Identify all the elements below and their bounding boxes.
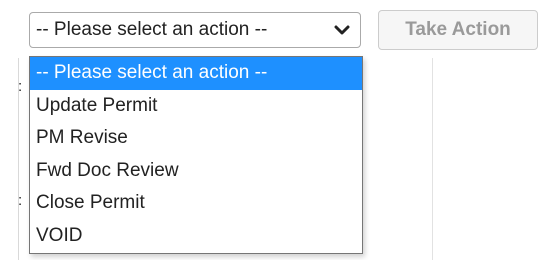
- dropdown-option-pm-revise[interactable]: PM Revise: [30, 122, 362, 155]
- action-dropdown-list: -- Please select an action -- Update Per…: [29, 56, 363, 254]
- action-select-value: -- Please select an action --: [36, 19, 268, 40]
- action-select[interactable]: -- Please select an action --: [29, 12, 361, 48]
- chevron-down-icon: [334, 22, 350, 38]
- dropdown-option-void[interactable]: VOID: [30, 220, 362, 253]
- background-text-fragment: :: [18, 196, 22, 206]
- dropdown-option-update-permit[interactable]: Update Permit: [30, 90, 362, 123]
- background-text-fragment: :: [18, 82, 22, 92]
- dropdown-option-close-permit[interactable]: Close Permit: [30, 187, 362, 220]
- take-action-button[interactable]: Take Action: [378, 10, 538, 50]
- dropdown-option-please-select[interactable]: -- Please select an action --: [30, 57, 362, 90]
- background-divider-right: [432, 58, 433, 260]
- dropdown-option-fwd-doc-review[interactable]: Fwd Doc Review: [30, 155, 362, 188]
